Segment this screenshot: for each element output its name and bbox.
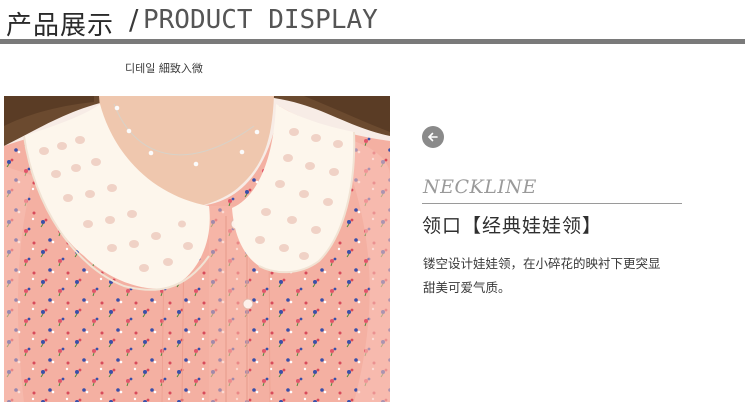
feature-title-cn: 领口【经典娃娃领】 xyxy=(422,215,603,237)
feature-divider xyxy=(422,203,682,204)
title-separator: / xyxy=(129,3,139,36)
header-divider xyxy=(0,39,745,44)
product-photo xyxy=(4,96,390,402)
feature-title-en: NECKLINE xyxy=(423,176,537,198)
section-title-cn: 产品展示 xyxy=(6,11,115,41)
back-arrow-button[interactable] xyxy=(422,126,444,148)
description-line: 甜美可爱气质。 xyxy=(423,280,511,295)
section-title-en: PRODUCT DISPLAY xyxy=(143,5,378,35)
arrow-left-icon xyxy=(428,132,438,142)
photo-caption: 디테일 細致入微 xyxy=(125,62,203,75)
page-header: 产品展示 / PRODUCT DISPLAY xyxy=(0,0,750,44)
feature-description: 镂空设计娃娃领，在小碎花的映衬下更突显 甜美可爱气质。 xyxy=(423,252,713,300)
description-line: 镂空设计娃娃领，在小碎花的映衬下更突显 xyxy=(423,256,661,271)
